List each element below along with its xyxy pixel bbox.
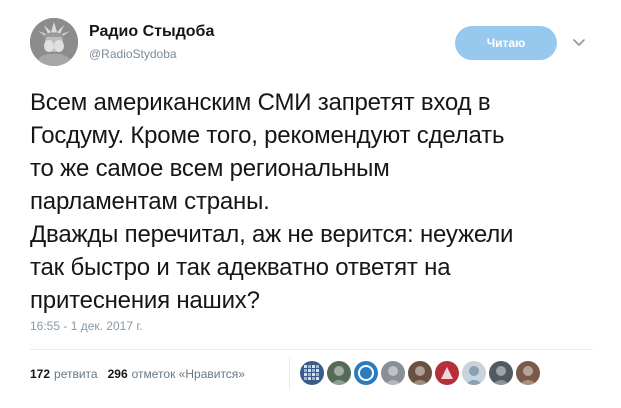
tweet-text-line: так быстро и так адекватно ответят на (30, 254, 451, 281)
tweet-text-line: парламентам страны. (30, 188, 270, 215)
tweet-card: Радио Стыдоба @RadioStydoba Читаю Всем а… (0, 0, 621, 408)
avatar-grid-icon[interactable] (300, 361, 324, 385)
tweet-text-line: Всем американским СМИ запретят вход в (30, 89, 491, 116)
avatar-red-icon[interactable] (435, 361, 459, 385)
avatar-photo-icon[interactable] (381, 361, 405, 385)
retweets-link[interactable]: 172 ретвита (30, 367, 108, 381)
retweets-label: ретвита (54, 367, 98, 381)
tweet-text-line: то же самое всем региональным (30, 155, 390, 182)
author-avatar[interactable] (30, 18, 78, 66)
stats-separator (289, 358, 290, 390)
avatar-photo-icon[interactable] (408, 361, 432, 385)
follow-button[interactable]: Читаю (455, 26, 557, 60)
likes-link[interactable]: 296 отметок «Нравится» (108, 367, 255, 381)
avatar-photo-icon[interactable] (516, 361, 540, 385)
likes-count: 296 (107, 367, 128, 381)
tweet-timestamp[interactable]: 16:55 - 1 дек. 2017 г. (30, 319, 143, 333)
tweet-text-line: Дважды перечитал, аж не верится: неужели (30, 221, 514, 248)
avatar-light-icon[interactable] (462, 361, 486, 385)
retweets-count: 172 (30, 367, 51, 381)
tweet-text-line: притеснения наших? (30, 287, 260, 314)
chevron-down-icon[interactable] (571, 36, 587, 48)
liker-avatars (300, 361, 543, 385)
likes-label: отметок «Нравится» (131, 367, 245, 381)
tweet-text-line: Госдуму. Кроме того, рекомендуют сделать (30, 122, 505, 149)
tweet-text: Всем американским СМИ запретят вход в Го… (30, 86, 610, 317)
avatar-photo-icon[interactable] (489, 361, 513, 385)
divider (30, 349, 593, 350)
statue-of-liberty-avatar-icon (30, 18, 78, 66)
author-handle[interactable]: @RadioStydoba (89, 47, 177, 61)
tweet-stats: 172 ретвита 296 отметок «Нравится» (30, 367, 255, 381)
avatar-blue-icon[interactable] (354, 361, 378, 385)
author-name[interactable]: Радио Стыдоба (89, 23, 214, 41)
avatar-photo-icon[interactable] (327, 361, 351, 385)
